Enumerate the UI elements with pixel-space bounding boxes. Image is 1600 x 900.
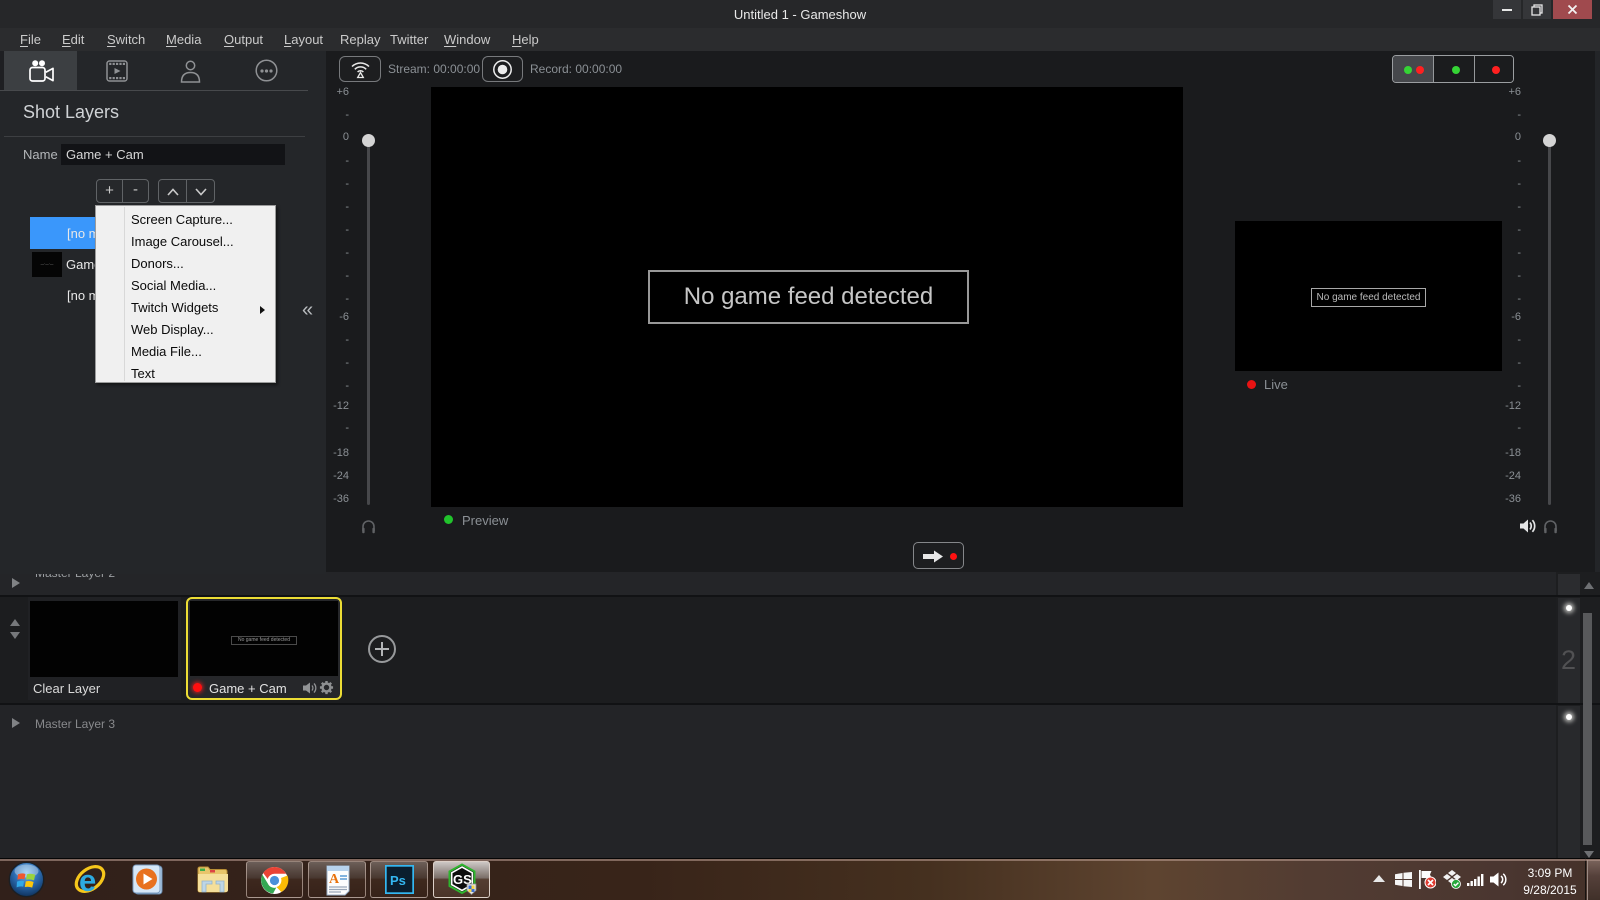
svg-text:Ps: Ps — [390, 873, 406, 888]
svg-text:A: A — [329, 872, 340, 887]
svg-text:e: e — [79, 863, 96, 898]
